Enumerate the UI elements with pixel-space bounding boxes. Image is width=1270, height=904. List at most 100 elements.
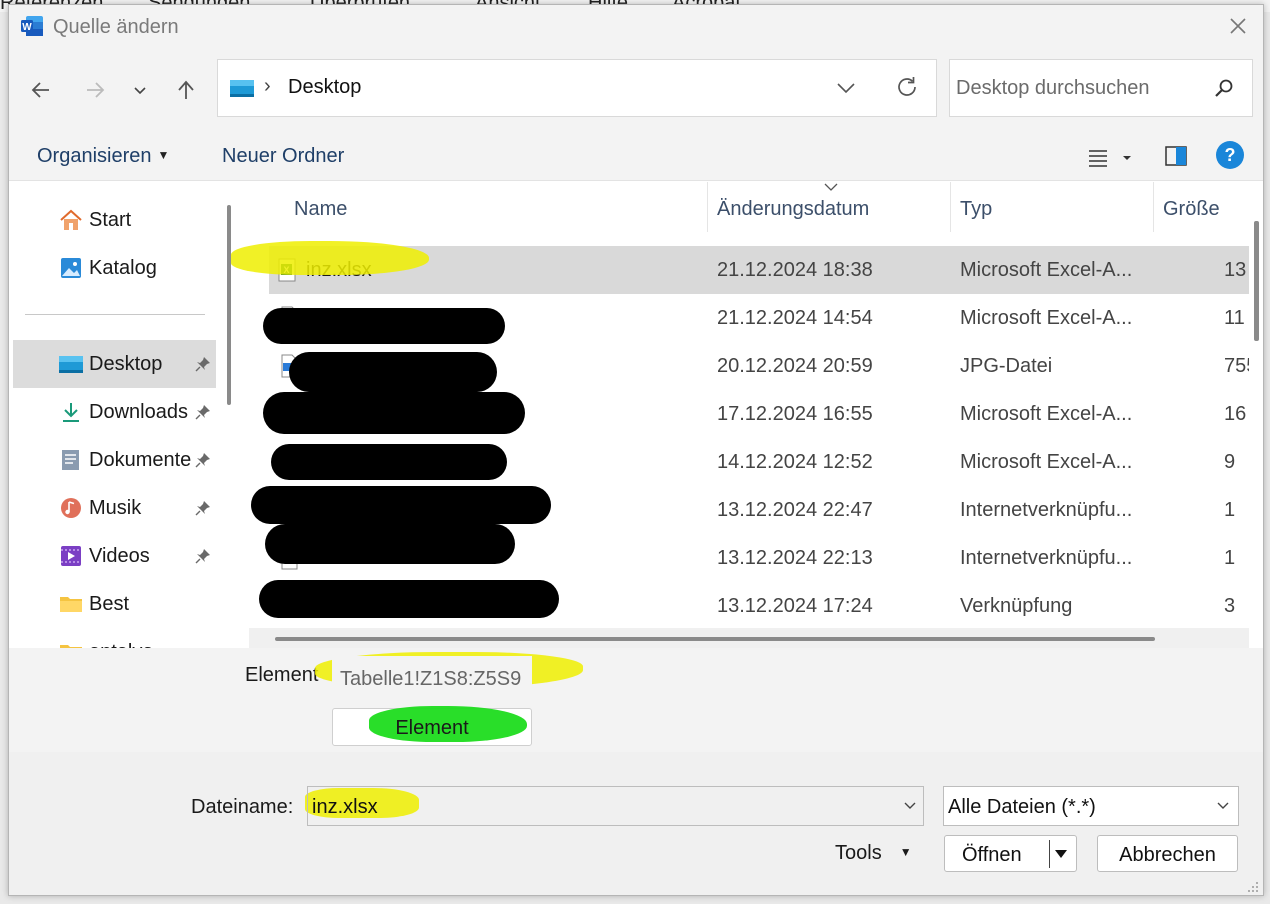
caret-down-icon: ▼: [899, 845, 912, 859]
element-button[interactable]: Element: [332, 706, 532, 746]
chevron-down-icon[interactable]: [903, 799, 917, 813]
folder-icon: [60, 597, 82, 612]
file-type: JPG-Datei: [960, 355, 1053, 377]
filetype-select[interactable]: Alle Dateien (*.*): [943, 786, 1239, 826]
desktop-icon: [230, 80, 254, 97]
file-type: Microsoft Excel-A...: [960, 451, 1133, 473]
cancel-button[interactable]: Abbrechen: [1097, 835, 1238, 872]
filename-label: Dateiname:: [191, 796, 294, 818]
open-button-label: Öffnen: [962, 844, 1022, 866]
filename-input[interactable]: inz.xlsx: [307, 786, 924, 826]
dialog-title: Quelle ändern: [53, 16, 179, 38]
back-button[interactable]: [26, 75, 56, 105]
column-header-date[interactable]: Änderungsdatum: [717, 198, 869, 221]
sidebar-item-dokumente[interactable]: Dokumente: [9, 436, 217, 484]
element-range-value: Tabelle1!Z1S8:Z5S9: [340, 668, 522, 690]
search-icon[interactable]: [1214, 78, 1234, 98]
column-header-type[interactable]: Typ: [960, 198, 992, 221]
file-size: 11: [1224, 307, 1245, 329]
pin-icon: [195, 501, 210, 516]
redaction-mark: [271, 444, 507, 480]
horizontal-scrollbar-thumb[interactable]: [275, 637, 1155, 641]
vertical-scrollbar-thumb[interactable]: [1254, 221, 1259, 341]
resize-grip-icon[interactable]: [1247, 881, 1259, 893]
word-icon: W: [21, 16, 43, 36]
download-icon: [63, 403, 79, 422]
sidebar-item-label: Dokumente: [89, 449, 192, 471]
sidebar-item-musik[interactable]: Musik: [9, 484, 217, 532]
tools-button[interactable]: Tools ▼: [835, 842, 912, 865]
bottom-panel: Dateiname: inz.xlsx Alle Dateien (*.*) T…: [9, 752, 1263, 895]
close-icon[interactable]: [1225, 13, 1251, 39]
view-options-icon[interactable]: [1087, 147, 1137, 169]
file-size: 13: [1224, 259, 1247, 281]
breadcrumb-separator: ›: [264, 75, 271, 97]
sidebar-divider: [25, 314, 205, 315]
file-type: Microsoft Excel-A...: [960, 259, 1133, 281]
highlighter-mark: [231, 241, 429, 275]
sidebar-item-desktop[interactable]: Desktop: [13, 340, 216, 388]
address-bar[interactable]: › Desktop: [217, 59, 937, 117]
chevron-down-icon: [134, 87, 146, 95]
sidebar-item-best[interactable]: Best: [9, 580, 217, 628]
element-button-label: Element: [395, 717, 469, 739]
caret-down-icon[interactable]: [1053, 848, 1069, 860]
sidebar-item-label: antalya: [89, 641, 154, 648]
redaction-mark: [259, 580, 559, 618]
sidebar-item-katalog[interactable]: Katalog: [9, 244, 217, 292]
sidebar-item-downloads[interactable]: Downloads: [9, 388, 217, 436]
folder-icon: [60, 645, 82, 648]
sidebar-item-videos[interactable]: Videos: [9, 532, 217, 580]
cancel-button-label: Abbrechen: [1119, 844, 1216, 866]
sidebar-scrollbar[interactable]: [227, 205, 231, 405]
file-size: 9: [1224, 451, 1236, 473]
title-bar: W Quelle ändern: [9, 5, 1263, 47]
recent-locations-button[interactable]: [125, 75, 155, 105]
refresh-icon[interactable]: [894, 74, 920, 100]
sidebar-item-start[interactable]: Start: [9, 196, 217, 244]
organize-button[interactable]: Organisieren ▼: [37, 145, 169, 168]
file-date: 13.12.2024 22:47: [717, 499, 873, 521]
arrow-up-icon: [178, 80, 194, 99]
chevron-down-icon[interactable]: [834, 76, 858, 100]
up-button[interactable]: [171, 75, 201, 105]
breadcrumb-desktop[interactable]: Desktop: [288, 76, 361, 99]
file-size: 3: [1224, 595, 1236, 617]
column-header-size[interactable]: Größe: [1163, 198, 1220, 221]
column-divider[interactable]: [1153, 182, 1154, 232]
open-button[interactable]: Öffnen: [944, 835, 1077, 872]
forward-button[interactable]: [80, 75, 110, 105]
redaction-mark: [289, 352, 497, 392]
sidebar-item-antalya[interactable]: antalya: [9, 628, 217, 648]
navigation-pane: Start Katalog Desktop Downloads Dokument…: [9, 182, 217, 648]
file-type: Internetverknüpfu...: [960, 499, 1133, 521]
column-divider[interactable]: [707, 182, 708, 232]
split-divider: [1049, 840, 1050, 868]
desktop-icon: [59, 356, 83, 373]
file-date: 21.12.2024 18:38: [717, 259, 873, 281]
organize-label: Organisieren: [37, 145, 152, 167]
element-range-field[interactable]: Tabelle1!Z1S8:Z5S9: [332, 656, 532, 702]
tools-label: Tools: [835, 842, 882, 864]
videos-icon: [61, 546, 81, 566]
column-header-name[interactable]: Name: [294, 198, 347, 221]
search-input[interactable]: Desktop durchsuchen: [949, 59, 1253, 117]
arrow-right-icon: [87, 82, 105, 98]
column-header-row: Name Änderungsdatum Typ Größe: [249, 182, 1249, 232]
file-date: 17.12.2024 16:55: [717, 403, 873, 425]
file-date: 21.12.2024 14:54: [717, 307, 873, 329]
redaction-mark: [251, 486, 551, 524]
help-icon[interactable]: ?: [1216, 141, 1244, 169]
pin-icon: [195, 357, 210, 372]
file-type: Microsoft Excel-A...: [960, 307, 1133, 329]
file-size: 16: [1224, 403, 1247, 425]
filename-value: inz.xlsx: [312, 796, 378, 818]
new-folder-button[interactable]: Neuer Ordner: [222, 145, 344, 168]
element-panel: Element Tabelle1!Z1S8:Z5S9 Element: [9, 648, 1263, 752]
file-type: Verknüpfung: [960, 595, 1073, 617]
preview-pane-icon[interactable]: [1165, 145, 1187, 167]
pin-icon: [195, 405, 210, 420]
column-divider[interactable]: [950, 182, 951, 232]
redaction-mark: [265, 524, 515, 564]
sidebar-item-label: Musik: [89, 497, 142, 519]
